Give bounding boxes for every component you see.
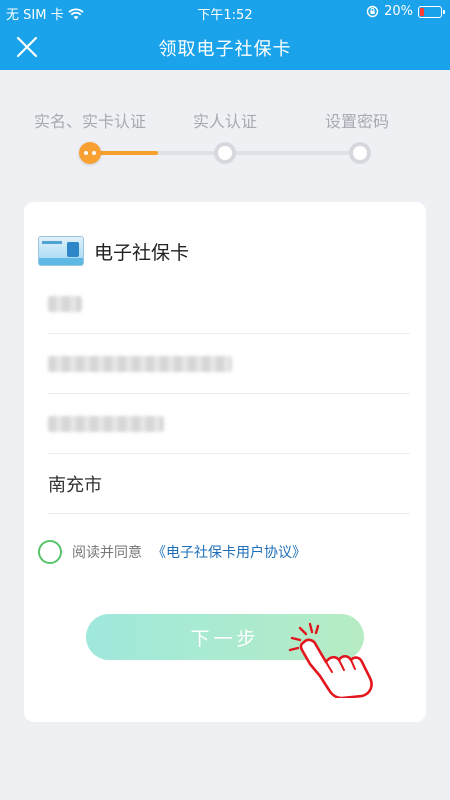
step-dot-2	[214, 142, 236, 164]
card-number-field[interactable]	[48, 394, 410, 454]
agreement-link[interactable]: 《电子社保卡用户协议》	[152, 542, 306, 562]
step-progress: 实名、实卡认证 实人认证 设置密码	[0, 70, 450, 200]
nav-bar: 领取电子社保卡	[0, 24, 450, 70]
battery-fill	[420, 7, 424, 16]
status-right: 20%	[366, 4, 445, 19]
blurred-value	[48, 355, 232, 372]
step-label-2: 实人认证	[192, 112, 258, 131]
agreement-row: 阅读并同意 《电子社保卡用户协议》	[38, 540, 306, 564]
step-dot-3	[349, 142, 371, 164]
blurred-value	[48, 415, 164, 432]
card-header: 电子社保卡	[38, 236, 189, 266]
agree-prefix: 阅读并同意	[72, 545, 142, 561]
city-field[interactable]: 南充市	[48, 454, 410, 514]
step-dot-1	[79, 142, 101, 164]
page-title: 领取电子社保卡	[158, 39, 292, 60]
social-security-card-icon	[38, 236, 84, 266]
tap-hand-icon	[288, 622, 373, 698]
step-label-3: 设置密码	[324, 112, 390, 131]
step-label-1: 实名、实卡认证	[33, 112, 147, 131]
card-title: 电子社保卡	[94, 241, 190, 264]
battery-icon	[418, 5, 445, 18]
city-value: 南充市	[48, 474, 102, 496]
battery-percent: 20%	[384, 4, 413, 19]
agree-radio[interactable]	[38, 540, 62, 564]
id-number-field[interactable]	[48, 334, 410, 394]
blurred-value	[48, 295, 82, 312]
orientation-lock-icon	[366, 5, 379, 18]
status-bar: 无 SIM 卡 下午1:52 20%	[0, 0, 450, 24]
name-field[interactable]	[48, 274, 410, 334]
